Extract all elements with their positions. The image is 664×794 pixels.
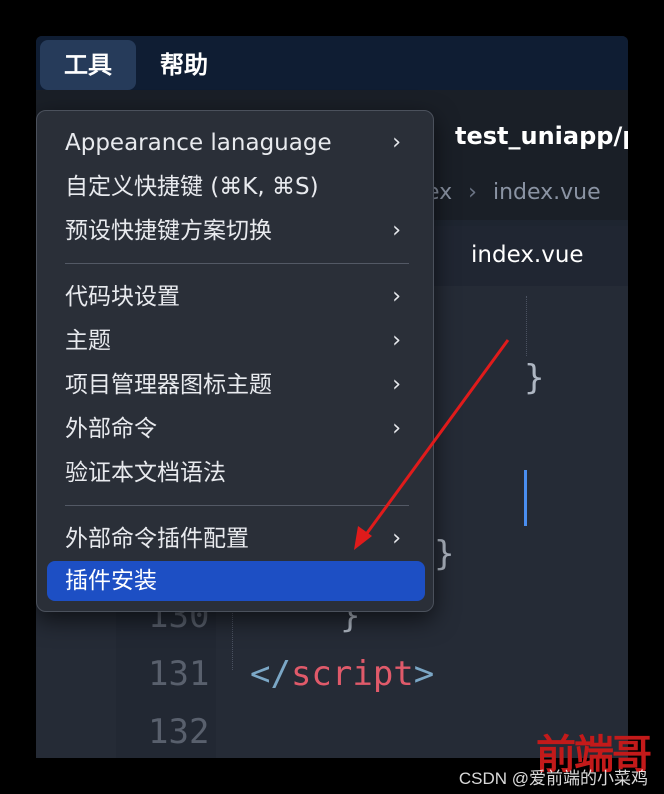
breadcrumb-item-current[interactable]: index.vue: [493, 180, 601, 205]
chevron-right-icon: ›: [392, 218, 401, 243]
file-path-title: test_uniapp/p: [455, 122, 628, 150]
menu-item-project-icon-theme[interactable]: 项目管理器图标主题 ›: [47, 365, 425, 405]
menu-item-label: 预设快捷键方案切换: [65, 218, 272, 244]
menubar-help[interactable]: 帮助: [136, 40, 232, 90]
code-script-tag: </script>: [250, 654, 434, 694]
indent-guide: [526, 296, 527, 356]
chevron-right-icon: ›: [392, 526, 401, 551]
code-brace: }: [524, 358, 545, 398]
menubar-tools[interactable]: 工具: [40, 40, 136, 90]
tag-name: script: [290, 654, 414, 694]
menu-item-label: 外部命令: [65, 416, 157, 442]
menu-item-validate-syntax[interactable]: 验证本文档语法: [47, 453, 425, 493]
menu-separator: [65, 505, 409, 506]
menu-item-label: 外部命令插件配置: [65, 526, 249, 552]
menu-item-external-commands[interactable]: 外部命令 ›: [47, 409, 425, 449]
menu-item-label: 自定义快捷键 (⌘K, ⌘S): [65, 174, 319, 200]
tools-dropdown-menu: Appearance lanaguage › 自定义快捷键 (⌘K, ⌘S) 预…: [36, 110, 434, 612]
tab-index-vue[interactable]: index.vue: [471, 242, 584, 268]
chevron-right-icon: ›: [392, 284, 401, 309]
menu-item-label: 项目管理器图标主题: [65, 372, 272, 398]
watermark-text: CSDN @爱前端的小菜鸡: [458, 769, 648, 788]
menu-item-appearance-language[interactable]: Appearance lanaguage ›: [47, 123, 425, 163]
menu-item-label: 代码块设置: [65, 284, 180, 310]
text-cursor: [524, 470, 527, 526]
menu-separator: [65, 263, 409, 264]
tag-open-bracket: </: [250, 654, 291, 694]
breadcrumb: ex › index.vue: [426, 180, 601, 205]
code-brace: }: [434, 534, 455, 574]
menu-item-preset-keymap[interactable]: 预设快捷键方案切换 ›: [47, 211, 425, 251]
menu-item-plugin-install[interactable]: 插件安装: [47, 561, 425, 601]
menu-item-label: Appearance lanaguage: [65, 130, 332, 156]
menu-item-label: 插件安装: [65, 568, 157, 594]
chevron-right-icon: ›: [392, 328, 401, 353]
chevron-right-icon: ›: [392, 372, 401, 397]
menu-item-theme[interactable]: 主题 ›: [47, 321, 425, 361]
breadcrumb-separator-icon: ›: [468, 180, 477, 205]
chevron-right-icon: ›: [392, 130, 401, 155]
tag-close-bracket: >: [413, 654, 435, 694]
menu-item-custom-shortcuts[interactable]: 自定义快捷键 (⌘K, ⌘S): [47, 167, 425, 207]
line-number: 131: [148, 654, 210, 694]
menu-item-snippet-settings[interactable]: 代码块设置 ›: [47, 277, 425, 317]
line-number: 132: [148, 712, 210, 752]
menu-item-external-command-plugin-config[interactable]: 外部命令插件配置 ›: [47, 519, 425, 559]
chevron-right-icon: ›: [392, 416, 401, 441]
menu-item-label: 主题: [65, 328, 111, 354]
menu-item-label: 验证本文档语法: [65, 460, 226, 486]
